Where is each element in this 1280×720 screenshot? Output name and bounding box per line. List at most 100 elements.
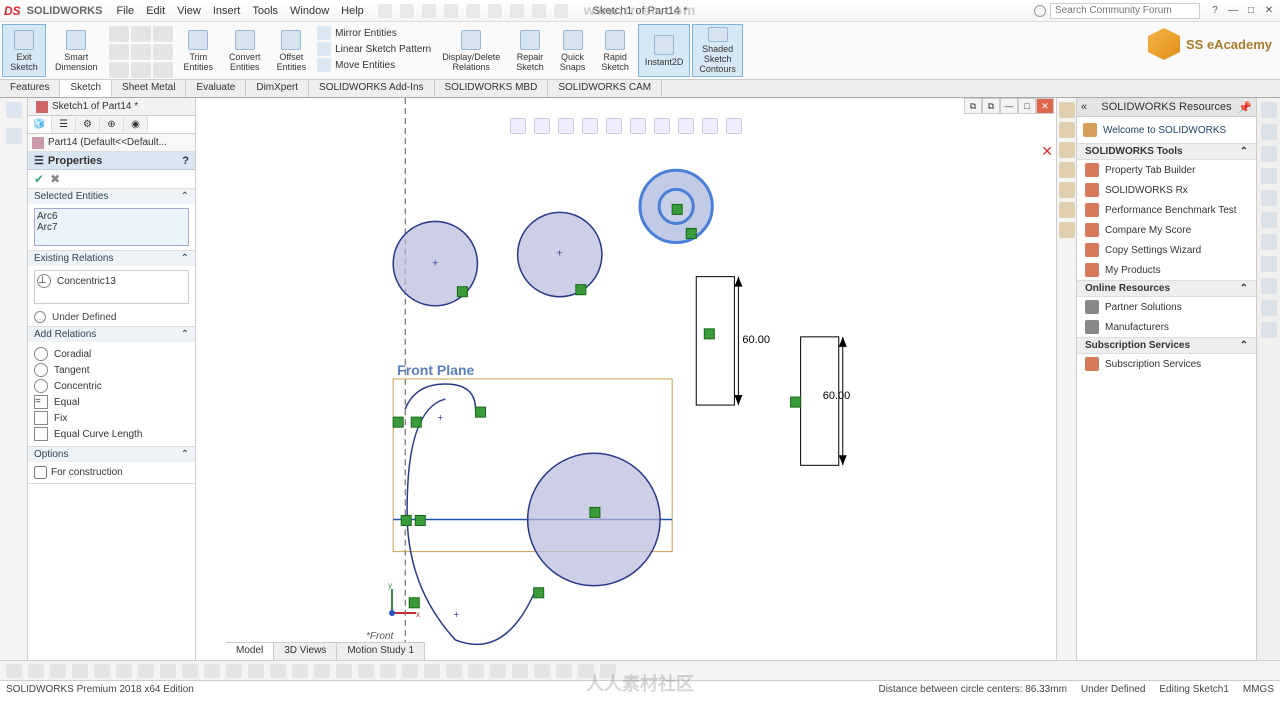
side-icon[interactable] <box>1261 212 1277 228</box>
menu-insert[interactable]: Insert <box>213 5 241 17</box>
gutter-icon[interactable] <box>6 128 22 144</box>
add-relations-header[interactable]: Add Relations⌃ <box>28 327 195 342</box>
b4-icon[interactable] <box>160 664 176 678</box>
new-icon[interactable] <box>400 4 414 18</box>
tab-dimxpert[interactable]: DimXpert <box>246 80 309 97</box>
b9-icon[interactable] <box>270 664 286 678</box>
checkbox-input[interactable] <box>34 466 47 479</box>
side-icon[interactable] <box>1261 190 1277 206</box>
offset-entities-button[interactable]: Offset Entities <box>270 24 314 77</box>
gutter-icon[interactable] <box>6 102 22 118</box>
rebuild-icon[interactable] <box>532 4 546 18</box>
welcome-link[interactable]: Welcome to SOLIDWORKS <box>1077 117 1256 143</box>
trim-entities-button[interactable]: Trim Entities <box>177 24 221 77</box>
menu-help[interactable]: Help <box>341 5 364 17</box>
side-icon[interactable] <box>1261 300 1277 316</box>
file-explorer-icon[interactable] <box>1059 142 1075 158</box>
property-tab[interactable]: ☰ <box>52 116 76 133</box>
design-lib-icon[interactable] <box>1059 122 1075 138</box>
tab-features[interactable]: Features <box>0 80 60 97</box>
options-icon[interactable] <box>554 4 568 18</box>
b2-icon[interactable] <box>116 664 132 678</box>
tab-mbd[interactable]: SOLIDWORKS MBD <box>435 80 549 97</box>
relation-fix[interactable]: Fix <box>34 410 189 426</box>
undo-icon[interactable] <box>488 4 502 18</box>
online-manufacturers[interactable]: Manufacturers <box>1077 317 1256 337</box>
exit-sketch-button[interactable]: Exit Sketch <box>2 24 46 77</box>
menu-tools[interactable]: Tools <box>252 5 278 17</box>
dim-tab[interactable]: ⊕ <box>100 116 124 133</box>
select-icon[interactable] <box>510 4 524 18</box>
home-icon[interactable] <box>378 4 392 18</box>
selected-entities-header[interactable]: Selected Entities⌃ <box>28 189 195 204</box>
relation-concentric[interactable]: Concentric <box>34 378 189 394</box>
b5-icon[interactable] <box>182 664 198 678</box>
collapse-icon[interactable]: « <box>1081 101 1087 113</box>
relation-equal[interactable]: =Equal <box>34 394 189 410</box>
panel-doc-tab[interactable]: Sketch1 of Part14 * <box>28 98 195 116</box>
point-icon[interactable] <box>153 62 173 78</box>
config-tab[interactable]: ⚙ <box>76 116 100 133</box>
resources-icon[interactable] <box>1059 102 1075 118</box>
existing-relations-header[interactable]: Existing Relations⌃ <box>28 251 195 266</box>
cancel-button[interactable]: ✖ <box>50 172 60 186</box>
tab-cam[interactable]: SOLIDWORKS CAM <box>548 80 662 97</box>
open-icon[interactable] <box>422 4 436 18</box>
help-icon[interactable]: ? <box>1208 4 1222 18</box>
ellipse-icon[interactable] <box>131 62 151 78</box>
graphics-area[interactable]: ⧉ ⧉ — □ ✕ ✕ Front Plane <box>196 98 1056 660</box>
box-icon[interactable] <box>72 664 88 678</box>
b14-icon[interactable] <box>380 664 396 678</box>
menu-edit[interactable]: Edit <box>146 5 165 17</box>
relation-equal-curve[interactable]: Equal Curve Length <box>34 426 189 442</box>
custom-props-icon[interactable] <box>1059 202 1075 218</box>
tab-motion-study[interactable]: Motion Study 1 <box>337 643 425 660</box>
b18-icon[interactable] <box>468 664 484 678</box>
repair-sketch-button[interactable]: Repair Sketch <box>509 24 551 77</box>
side-icon[interactable] <box>1261 322 1277 338</box>
b11-icon[interactable] <box>314 664 330 678</box>
b20-icon[interactable] <box>512 664 528 678</box>
relation-tangent[interactable]: Tangent <box>34 362 189 378</box>
tab-addins[interactable]: SOLIDWORKS Add-Ins <box>309 80 434 97</box>
tab-sheetmetal[interactable]: Sheet Metal <box>112 80 186 97</box>
move-entities-button[interactable]: Move Entities <box>317 58 431 72</box>
circle-icon[interactable] <box>131 26 151 42</box>
menu-file[interactable]: File <box>116 5 134 17</box>
tool-rx[interactable]: SOLIDWORKS Rx <box>1077 180 1256 200</box>
shaded-contours-button[interactable]: Shaded Sketch Contours <box>692 24 743 77</box>
side-icon[interactable] <box>1261 256 1277 272</box>
polygon-icon[interactable] <box>153 44 173 60</box>
close-icon[interactable]: ✕ <box>1262 4 1276 18</box>
side-icon[interactable] <box>1261 278 1277 294</box>
for-construction-checkbox[interactable]: For construction <box>34 466 189 479</box>
pin-icon[interactable]: 📌 <box>1238 101 1252 114</box>
search-input[interactable] <box>1050 3 1200 19</box>
display-delete-relations-button[interactable]: Display/Delete Relations <box>435 24 507 77</box>
b22-icon[interactable] <box>556 664 572 678</box>
b24-icon[interactable] <box>600 664 616 678</box>
list-item[interactable]: ⊥Concentric13 <box>37 273 186 289</box>
rapid-sketch-button[interactable]: Rapid Sketch <box>594 24 636 77</box>
arc-icon[interactable] <box>153 26 173 42</box>
side-icon[interactable] <box>1261 124 1277 140</box>
relation-coradial[interactable]: Coradial <box>34 346 189 362</box>
help-icon[interactable]: ? <box>182 155 189 167</box>
tool-copy-settings[interactable]: Copy Settings Wizard <box>1077 240 1256 260</box>
b21-icon[interactable] <box>534 664 550 678</box>
linear-pattern-button[interactable]: Linear Sketch Pattern <box>317 42 431 56</box>
ok-button[interactable]: ✔ <box>34 172 44 186</box>
b3-icon[interactable] <box>138 664 154 678</box>
line-icon[interactable] <box>109 26 129 42</box>
appearances-icon[interactable] <box>1059 182 1075 198</box>
view-palette-icon[interactable] <box>1059 162 1075 178</box>
b19-icon[interactable] <box>490 664 506 678</box>
smart-dimension-button[interactable]: Smart Dimension <box>48 24 105 77</box>
online-partners[interactable]: Partner Solutions <box>1077 297 1256 317</box>
subscription-section-header[interactable]: Subscription Services⌃ <box>1077 337 1256 354</box>
b16-icon[interactable] <box>424 664 440 678</box>
tools-section-header[interactable]: SOLIDWORKS Tools⌃ <box>1077 143 1256 160</box>
existing-relations-list[interactable]: ⊥Concentric13 <box>34 270 189 304</box>
save-icon[interactable] <box>444 4 458 18</box>
menu-view[interactable]: View <box>177 5 201 17</box>
